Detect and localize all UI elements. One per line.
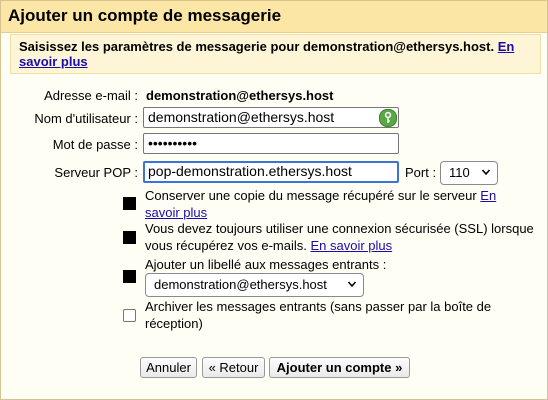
port-label: Port : <box>405 165 437 180</box>
label-select[interactable]: demonstration@ethersys.host <box>145 273 364 297</box>
back-button[interactable]: « Retour <box>202 357 265 378</box>
instructions-text: Saisissez les paramètres de messagerie p… <box>19 39 534 69</box>
label-option-text: Ajouter un libellé aux messages entrants… <box>145 257 387 272</box>
add-account-dialog: Ajouter un compte de messagerie Saisisse… <box>0 0 548 400</box>
chevron-down-icon <box>348 281 356 288</box>
archive-option-text: Archiver les messages entrants (sans pas… <box>145 299 492 331</box>
keep-copy-checkbox[interactable] <box>123 197 136 210</box>
ssl-option: Vous devez toujours utiliser une connexi… <box>145 220 537 254</box>
keep-copy-text: Conserver une copie du message récupéré … <box>145 188 477 203</box>
cancel-button[interactable]: Annuler <box>140 357 197 378</box>
dialog-title: Ajouter un compte de messagerie <box>8 6 282 25</box>
email-value: demonstration@ethersys.host <box>146 88 334 103</box>
archive-checkbox[interactable] <box>123 309 136 322</box>
chevron-down-icon <box>482 169 490 176</box>
password-input[interactable]: •••••••••• <box>143 133 399 154</box>
password-input-value: •••••••••• <box>148 135 198 151</box>
pop-server-input-value: pop-demonstration.ethersys.host <box>148 163 352 179</box>
add-account-button[interactable]: Ajouter un compte » <box>269 357 410 378</box>
password-manager-key-icon[interactable] <box>379 109 397 127</box>
label-checkbox[interactable] <box>123 270 136 283</box>
username-label: Nom d'utilisateur : <box>34 111 138 126</box>
keep-copy-option: Conserver une copie du message récupéré … <box>145 187 505 221</box>
username-input-value: demonstration@ethersys.host <box>148 109 335 125</box>
instructions-panel: Saisissez les paramètres de messagerie p… <box>10 34 541 74</box>
port-select[interactable]: 110 <box>440 161 498 185</box>
instructions-message: Saisissez les paramètres de messagerie p… <box>19 39 495 54</box>
ssl-learn-more-link[interactable]: En savoir plus <box>310 238 392 253</box>
label-select-value: demonstration@ethersys.host <box>154 277 327 292</box>
port-select-value: 110 <box>449 165 470 180</box>
password-label: Mot de passe : <box>52 137 138 152</box>
email-label: Adresse e-mail : <box>44 88 138 103</box>
ssl-checkbox[interactable] <box>123 231 136 244</box>
dialog-titlebar: Ajouter un compte de messagerie <box>1 1 547 33</box>
pop-server-label: Serveur POP : <box>54 165 138 180</box>
pop-server-input[interactable]: pop-demonstration.ethersys.host <box>143 161 399 183</box>
username-input[interactable]: demonstration@ethersys.host <box>143 107 399 128</box>
